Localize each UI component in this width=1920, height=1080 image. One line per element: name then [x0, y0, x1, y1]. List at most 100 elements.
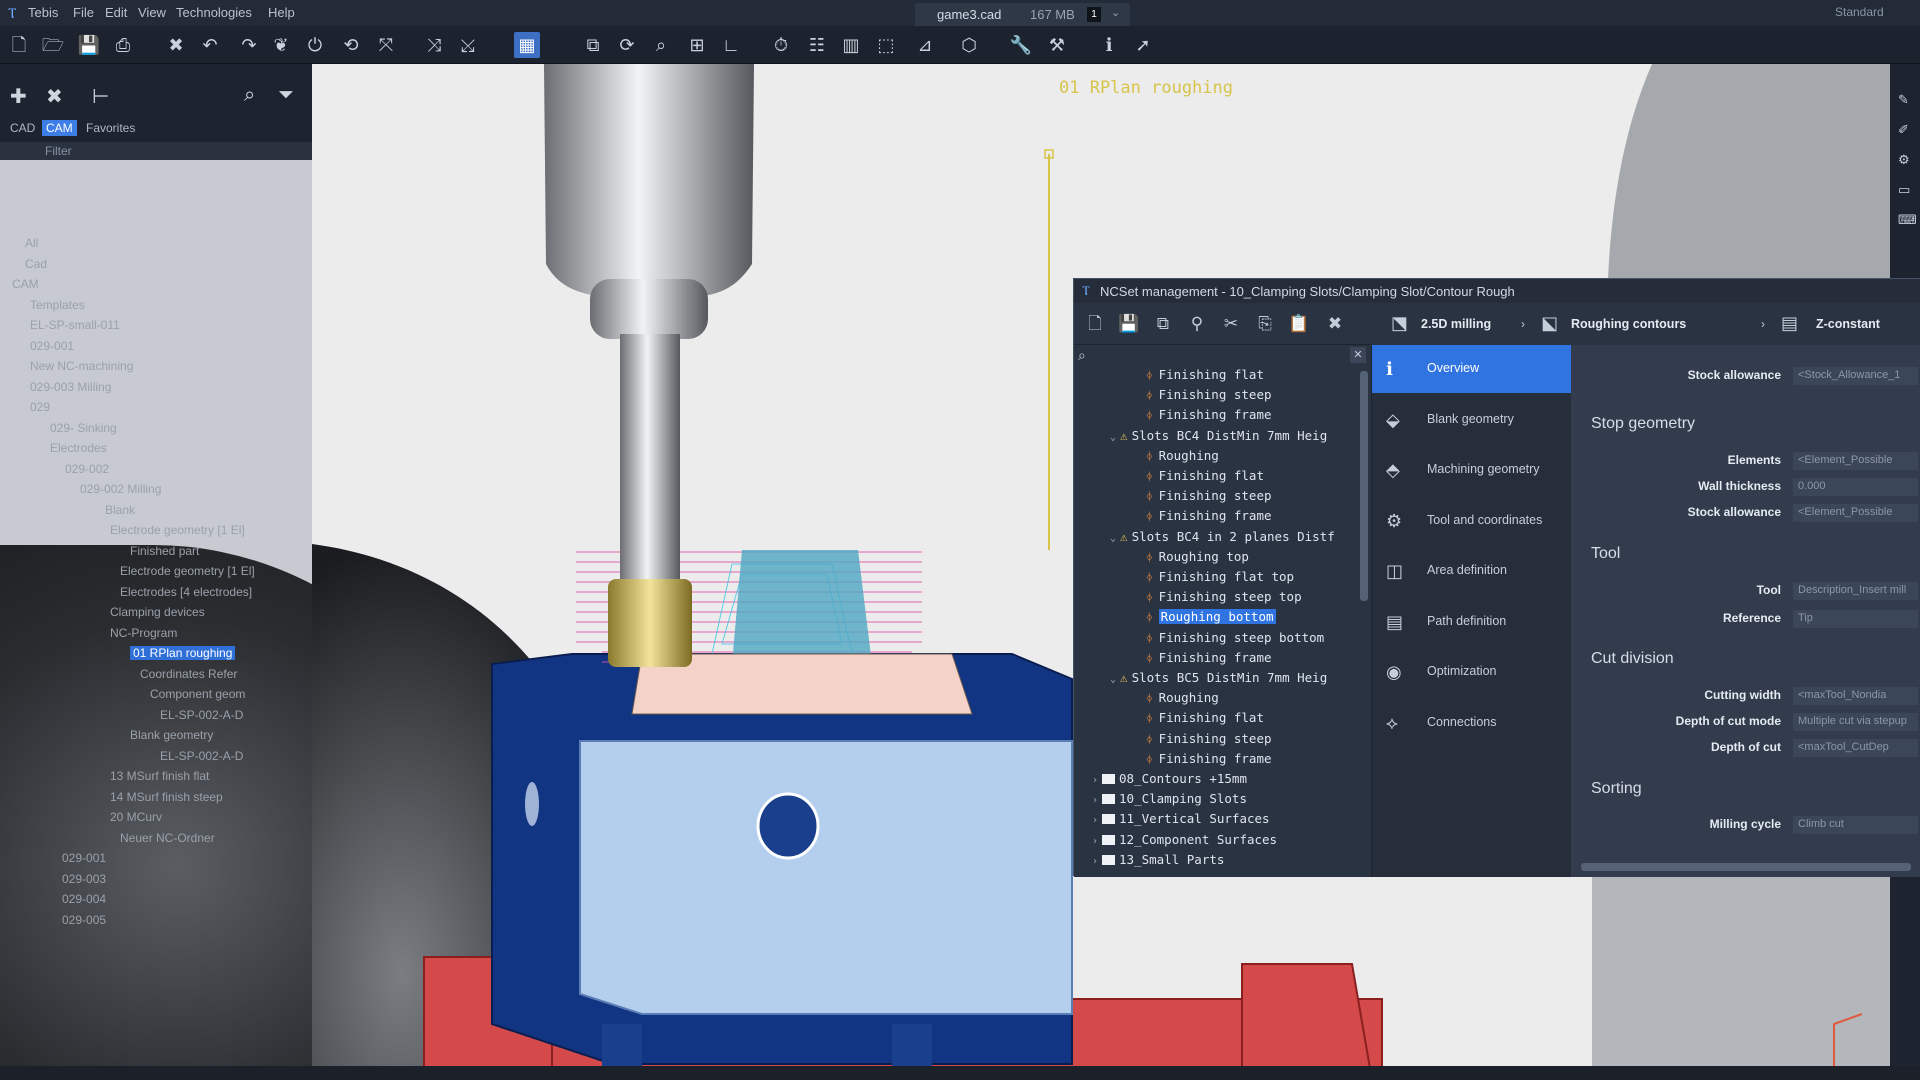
chevron-down-icon[interactable]: ⌄ — [1110, 432, 1116, 443]
chevron-down-icon[interactable]: ⌄ — [1110, 674, 1116, 685]
tree-item[interactable]: 029- Sinking — [50, 421, 117, 435]
hierarchy-icon[interactable]: ⊢ — [92, 84, 109, 109]
tree-item[interactable]: Coordinates Refer — [140, 667, 237, 681]
elements-field[interactable]: <Element_Possible — [1793, 452, 1918, 470]
tool-list-icon[interactable]: ☷ — [804, 32, 830, 58]
tree-scrollbar[interactable] — [1360, 371, 1368, 601]
tree-item[interactable]: Cad — [25, 257, 47, 271]
link-icon[interactable]: ⚲ — [1186, 313, 1208, 335]
remove-icon[interactable]: ✖ — [46, 84, 63, 109]
section-menu-item[interactable]: ⬘ Machining geometry — [1372, 446, 1572, 494]
filter-row[interactable]: Filter — [0, 142, 312, 160]
ncset-tree-item[interactable]: ᛄ Finishing frame — [1146, 407, 1272, 422]
cutting-width-field[interactable]: <maxTool_Nondia — [1793, 687, 1918, 705]
refresh-icon[interactable]: ⟳ — [614, 32, 640, 58]
axis-icon[interactable]: ∟ — [718, 32, 744, 58]
copy-icon[interactable]: ⧉ — [1152, 313, 1174, 335]
chevron-right-icon[interactable]: › — [1092, 775, 1098, 786]
tree-item[interactable]: 029-005 — [62, 913, 106, 927]
tree-item[interactable]: Blank — [105, 503, 135, 517]
tree-item[interactable]: 029-001 — [30, 339, 74, 353]
section-menu-item[interactable]: ⚙ Tool and coordinates — [1372, 497, 1572, 545]
cut-icon[interactable]: ✂ — [1220, 313, 1242, 335]
tree-item[interactable]: All — [25, 236, 38, 250]
ncset-tree-item[interactable]: ᛄ Finishing flat top — [1146, 569, 1294, 584]
chevron-right-icon[interactable]: › — [1092, 815, 1098, 826]
pen-icon[interactable]: ✎ — [1898, 92, 1909, 108]
display-mode-icon[interactable]: ▦ — [514, 32, 540, 58]
search-icon[interactable]: ⌕ — [1078, 347, 1086, 364]
tool-field[interactable]: Description_Insert mill — [1793, 582, 1918, 600]
ncset-tree-item[interactable]: ⌄ ⚠ Slots BC5 DistMin 7mm Heig — [1110, 670, 1327, 685]
chevron-right-icon[interactable]: › — [1092, 856, 1098, 867]
delete-icon[interactable]: ✖ — [163, 32, 189, 58]
grid-icon[interactable]: ▥ — [838, 32, 864, 58]
frame-icon[interactable]: ⬚ — [873, 32, 899, 58]
tree-item[interactable]: 01 RPlan roughing — [130, 646, 236, 660]
tab-2-5d-milling[interactable]: 2.5D milling — [1421, 317, 1491, 331]
tree-item[interactable]: EL-SP-002-A-D — [160, 708, 243, 722]
close-icon[interactable]: ✖ — [1324, 313, 1346, 335]
tree-item[interactable]: Finished part — [130, 544, 199, 558]
ncset-tree-item[interactable]: › 10_Clamping Slots — [1092, 791, 1247, 806]
open-file-icon[interactable]: 🗁 — [40, 32, 66, 58]
chevron-down-icon[interactable]: ⌄ — [1111, 6, 1120, 19]
tree-item[interactable]: Electrode geometry [1 El] — [120, 564, 255, 578]
section-menu-item[interactable]: ℹ Overview — [1372, 345, 1572, 393]
transform-icon[interactable]: ⤧ — [373, 32, 399, 58]
tree-item[interactable]: 029-002 Milling — [80, 482, 161, 496]
split-icon[interactable]: ⤨ — [421, 32, 447, 58]
paste-icon[interactable]: 📋 — [1288, 313, 1310, 335]
reference-field[interactable]: Tip — [1793, 610, 1918, 628]
ncset-tree-item[interactable]: › 12_Component Surfaces — [1092, 832, 1277, 847]
tree-item[interactable]: EL-SP-002-A-D — [160, 749, 243, 763]
tree-item[interactable]: 029-003 — [62, 872, 106, 886]
tree-item[interactable]: 20 MCurv — [110, 810, 162, 824]
new-file-icon[interactable]: 🗋 — [6, 32, 32, 58]
ncset-tree-item[interactable]: ᛄ Finishing frame — [1146, 650, 1272, 665]
menu-view[interactable]: View — [138, 5, 166, 20]
tree-item[interactable]: Electrodes [4 electrodes] — [120, 585, 252, 599]
duplicate-icon[interactable]: ⎘ — [1254, 313, 1276, 335]
depth-of-cut-mode-field[interactable]: Multiple cut via stepup — [1793, 713, 1918, 731]
document-tab[interactable]: game3.cad 167 MB 1 ⌄ — [915, 3, 1130, 26]
tree-item[interactable]: 029-004 — [62, 892, 106, 906]
save-icon[interactable]: 💾 — [1118, 313, 1140, 335]
ncset-tree-item[interactable]: ᛄ Finishing flat — [1146, 468, 1264, 483]
tree-item[interactable]: Electrodes — [50, 441, 107, 455]
tree-item[interactable]: 029-001 — [62, 851, 106, 865]
stock-allowance-field[interactable]: <Stock_Allowance_1 — [1793, 367, 1918, 385]
tab-cam[interactable]: CAM — [42, 120, 77, 136]
clear-search-icon[interactable]: ✕ — [1350, 347, 1366, 363]
tab-roughing-contours[interactable]: Roughing contours — [1571, 317, 1686, 331]
settings-icon[interactable]: ⚙ — [1898, 152, 1910, 168]
tree-item[interactable]: Component geom — [150, 687, 245, 701]
ncset-tree-item[interactable]: ⌄ ⚠ Slots BC4 DistMin 7mm Heig — [1110, 428, 1327, 443]
wall-thickness-field[interactable]: 0.000 — [1793, 478, 1918, 496]
new-icon[interactable]: 🗋 — [1084, 313, 1106, 335]
ncset-tree-item[interactable]: ⌄ ⚠ Slots BC4 in 2 planes Distf — [1110, 529, 1335, 544]
info-icon[interactable]: ℹ — [1096, 32, 1122, 58]
tree-item[interactable]: EL-SP-small-011 — [30, 318, 120, 332]
stack-icon[interactable]: ⧉ — [580, 32, 606, 58]
keyboard-icon[interactable]: ⌨ — [1898, 212, 1917, 228]
search-icon[interactable]: ⌕ — [648, 32, 674, 58]
stock-allowance-2-field[interactable]: <Element_Possible — [1793, 504, 1918, 522]
ncset-tree-item[interactable]: › 08_Contours +15mm — [1092, 771, 1247, 786]
properties-scrollbar[interactable] — [1581, 863, 1911, 871]
fit-view-icon[interactable]: ⊞ — [684, 32, 710, 58]
rotate-icon[interactable]: ⟲ — [338, 32, 364, 58]
undo-icon[interactable]: ↶ — [197, 32, 223, 58]
tree-item[interactable]: NC-Program — [110, 626, 177, 640]
menu-edit[interactable]: Edit — [105, 5, 127, 20]
tree-item[interactable]: Clamping devices — [110, 605, 205, 619]
chevron-right-icon[interactable]: › — [1092, 836, 1098, 847]
timer-icon[interactable]: ⏱ — [768, 32, 794, 58]
depth-of-cut-field[interactable]: <maxTool_CutDep — [1793, 739, 1918, 757]
ncset-tree-item[interactable]: ᛄ Finishing steep — [1146, 488, 1272, 503]
ncset-tree-item[interactable]: ᛄ Roughing top — [1146, 549, 1249, 564]
measure-icon[interactable]: ⚒ — [1044, 32, 1070, 58]
tree-item[interactable]: CAM — [12, 277, 39, 291]
tree-item[interactable]: Neuer NC-Ordner — [120, 831, 215, 845]
ncset-tree-item[interactable]: ᛄ Finishing steep — [1146, 731, 1272, 746]
